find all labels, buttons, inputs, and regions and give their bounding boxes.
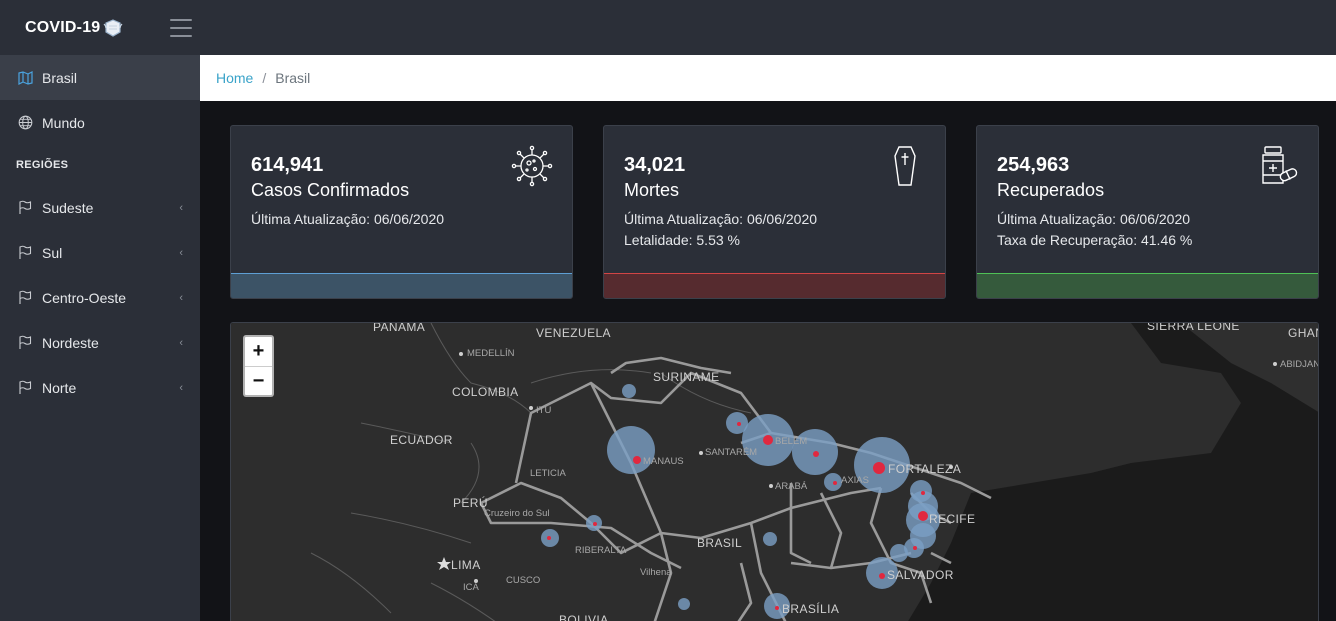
breadcrumb: Home / Brasil [200,55,1336,101]
breadcrumb-separator: / [262,70,267,86]
map-label-itu: ITU [536,405,552,416]
virus-icon [511,145,553,187]
map-icon [17,70,33,86]
confirmed-cases-card: 614,941 Casos Confirmados Última Atualiz… [230,125,573,299]
sidebar-item-centro-oeste[interactable]: Centro-Oeste ‹ [0,275,200,320]
map-label-brasilia: BRASÍLIA [782,602,840,616]
map-label-abidjan: ABIDJAN [1280,359,1319,370]
map-label-ecuador: ECUADOR [390,433,453,447]
map-label-ghana: GHAN [1288,326,1318,340]
map-label-ica: ICA [463,582,479,593]
chevron-left-icon: ‹ [179,291,183,304]
sidebar-item-sul[interactable]: Sul ‹ [0,230,200,275]
map-label-medellin: MEDELLÍN [467,348,515,359]
coffin-icon [894,146,916,186]
sidebar-item-label: Norte [42,379,77,396]
sidebar-item-brasil[interactable]: Brasil [0,55,200,100]
map-label-manaus: MANAUS [643,456,684,467]
chevron-left-icon: ‹ [179,336,183,349]
card-last-update: Última Atualização: 06/06/2020 [624,211,818,227]
card-value: 614,941 [251,154,324,176]
chevron-left-icon: ‹ [179,246,183,259]
card-value: 254,963 [997,154,1070,176]
zoom-control: + − [243,335,274,397]
sidebar-item-norte[interactable]: Norte ‹ [0,365,200,410]
map-label-maraba: ARABÁ [775,481,808,492]
sidebar: Brasil Mundo REGIÕES Sudeste ‹ Sul ‹ Cen… [0,55,200,621]
map-label-bolivia: BOLIVIA [559,613,609,621]
map-label-suriname: SURINAME [653,370,720,384]
map-label-salvador: SALVADOR [887,568,954,582]
chevron-left-icon: ‹ [179,201,183,214]
card-last-update: Última Atualização: 06/06/2020 [997,211,1191,227]
recovered-card: 254,963 Recuperados Última Atualização: … [976,125,1319,299]
sidebar-item-label: Brasil [42,69,78,86]
map-label-vilhena: Vilhena [640,567,672,578]
map-canvas [231,323,1318,621]
map-label-belem: BELÉM [775,436,808,447]
sidebar-item-sudeste[interactable]: Sudeste ‹ [0,185,200,230]
breadcrumb-home-link[interactable]: Home [216,70,253,86]
card-recovery-rate: Taxa de Recuperação: 41.46 % [997,232,1193,248]
card-accent-bar [604,273,945,298]
map-label-brasil: BRASIL [697,536,743,550]
brand-title: COVID-19 [25,18,101,36]
map-label-fortaleza: FORTALEZA [888,462,962,476]
mask-icon [103,18,123,37]
flag-icon [17,245,33,261]
map-label-lima: LIMA [451,558,481,572]
card-lethality: Letalidade: 5.53 % [624,232,740,248]
card-label: Casos Confirmados [251,180,410,200]
flag-icon [17,290,33,306]
card-last-update: Última Atualização: 06/06/2020 [251,211,445,227]
sidebar-item-label: Centro-Oeste [42,289,127,306]
menu-toggle-button[interactable] [170,18,192,37]
sidebar-item-nordeste[interactable]: Nordeste ‹ [0,320,200,365]
flag-icon [17,200,33,216]
map-label-cruzeiro: Cruzeiro do Sul [484,508,550,519]
globe-icon [17,115,33,131]
map-label-caxias: AXIAS [841,475,869,486]
map-label-riberalta: RIBERALTA [575,545,627,556]
zoom-out-button[interactable]: − [245,366,272,395]
zoom-in-button[interactable]: + [245,337,272,366]
map-label-peru: PERÚ [453,496,488,510]
card-accent-bar [231,273,572,298]
sidebar-section-title: REGIÕES [16,159,69,171]
map-label-leticia: LETICIA [530,468,566,479]
sidebar-item-label: Sul [42,244,63,261]
map-label-venezuela: VENEZUELA [536,326,611,340]
map-label-santarem: SANTARÉM [705,447,758,458]
top-navbar: COVID-19 [0,0,1336,55]
map-label-cusco: CUSCO [506,575,541,586]
map-label-colombia: COLOMBIA [452,385,519,399]
flag-icon [17,380,33,396]
breadcrumb-current: Brasil [275,70,311,86]
map-label-recife: RECIFE [929,512,976,526]
chevron-left-icon: ‹ [179,381,183,394]
map-label-sierra-leone: SIERRA LEONE [1147,322,1240,333]
card-accent-bar [977,273,1318,298]
map-label-panama: PANAMA [373,322,426,334]
sidebar-item-label: Mundo [42,114,85,131]
sidebar-item-label: Nordeste [42,334,99,351]
card-label: Mortes [624,180,680,200]
card-label: Recuperados [997,180,1105,200]
main-content: 614,941 Casos Confirmados Última Atualiz… [200,101,1336,621]
medicine-icon [1262,146,1298,184]
flag-icon [17,335,33,351]
covid-map[interactable]: + − PANAMA VENEZUELA SIERRA LEONE GHA ME… [230,322,1319,621]
deaths-card: 34,021 Mortes Última Atualização: 06/06/… [603,125,946,299]
card-value: 34,021 [624,154,686,176]
sidebar-item-mundo[interactable]: Mundo [0,100,200,145]
sidebar-item-label: Sudeste [42,199,94,216]
